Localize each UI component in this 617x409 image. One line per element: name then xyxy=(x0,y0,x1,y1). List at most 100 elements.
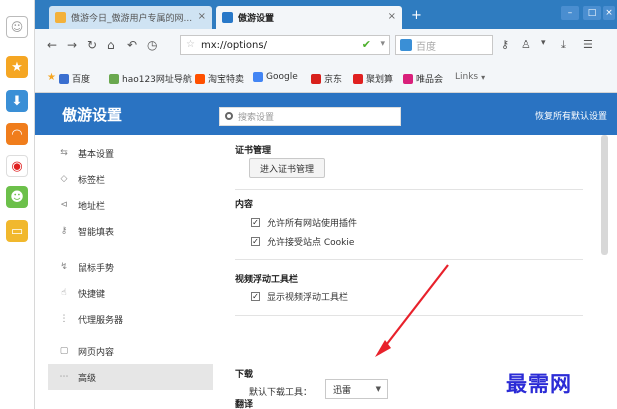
maxthon-today-icon xyxy=(55,12,66,23)
sidebar-item-label: 标签栏 xyxy=(78,175,106,186)
section-title-content: 内容 xyxy=(235,200,254,210)
juhuasuan-icon xyxy=(353,73,363,84)
user-icon[interactable]: ♙ xyxy=(521,38,531,51)
section-title-download: 下载 xyxy=(235,370,254,380)
hao123-icon xyxy=(109,73,119,84)
search-engine-icon[interactable] xyxy=(400,39,412,51)
page-title: 傲游设置 xyxy=(62,106,123,124)
forward-icon[interactable]: → xyxy=(67,38,77,52)
favorites-star-icon[interactable]: ★ xyxy=(6,56,28,78)
download-icon[interactable]: ⬇ xyxy=(6,90,28,112)
key-icon[interactable]: ⚷ xyxy=(501,38,509,51)
bookmark-label: hao123网址导航 xyxy=(122,75,192,85)
hand-icon: ☝ xyxy=(61,288,67,298)
watermark-text: 最需网 xyxy=(506,371,572,396)
bookmark-label: Google xyxy=(266,72,298,82)
rss-icon[interactable]: ◠ xyxy=(6,123,28,145)
cert-manage-button[interactable]: 进入证书管理 xyxy=(249,158,326,178)
search-icon xyxy=(225,112,233,120)
scrollbar[interactable] xyxy=(601,135,608,255)
sidebar-item-label: 基本设置 xyxy=(78,149,115,160)
taobao-icon xyxy=(195,73,205,84)
links-menu[interactable]: Links ▾ xyxy=(455,72,485,82)
bookmarks-star-icon[interactable]: ★ xyxy=(47,72,56,83)
sliders-icon: ⇆ xyxy=(60,148,68,158)
side-dock: ☺ ★ ⬇ ◠ ◉ ☻ ▭ xyxy=(0,0,35,409)
select-value: 迅雷 xyxy=(333,385,352,396)
bookmark-item[interactable]: 京东 xyxy=(311,72,342,85)
download-arrow-icon[interactable]: ⤓ xyxy=(561,38,566,52)
bookmark-item[interactable]: Google xyxy=(253,72,298,82)
restore-defaults-link[interactable]: 恢复所有默认设置 xyxy=(535,109,607,122)
tab-label: 傲游设置 xyxy=(238,14,275,24)
sidebar-item-label: 网页内容 xyxy=(78,347,115,358)
bookmarks-bar: ★ 百度 hao123网址导航 淘宝特卖 Google 京东 聚划算 唯品会 L… xyxy=(35,62,617,93)
close-icon[interactable]: × xyxy=(388,11,396,22)
menu-icon[interactable]: ☰ xyxy=(583,38,593,51)
search-engine-box[interactable]: 百度 xyxy=(395,35,493,55)
checkbox-allow-plugins[interactable]: ✓ 允许所有网站使用插件 xyxy=(251,216,357,229)
checkbox-checked-icon[interactable]: ✓ xyxy=(251,237,260,246)
new-tab-button[interactable]: + xyxy=(411,8,422,23)
browser-chrome: 傲游今日_傲游用户专属的网... × 傲游设置 × + – □ × ← → ↻ … xyxy=(35,0,617,93)
sidebar-item-shortcuts[interactable]: ☝ 快捷键 xyxy=(48,280,213,306)
settings-search-input[interactable]: 搜索设置 xyxy=(219,107,401,126)
sidebar-item-gestures[interactable]: ↯ 鼠标手势 xyxy=(48,254,213,280)
maximize-icon[interactable]: □ xyxy=(583,6,601,20)
smiley-icon[interactable]: ☺ xyxy=(6,16,28,38)
checkbox-allow-cookie[interactable]: ✓ 允许接受站点 Cookie xyxy=(251,235,354,248)
go-icon[interactable]: ✔ xyxy=(362,38,371,51)
sidebar-item-label: 高级 xyxy=(78,373,97,384)
checkbox-video-toolbar[interactable]: ✓ 显示视频浮动工具栏 xyxy=(251,290,348,303)
notes-icon[interactable]: ▭ xyxy=(6,220,28,242)
address-icon: ⊲ xyxy=(60,200,68,210)
chevron-down-icon[interactable]: ▾ xyxy=(380,39,385,49)
bookmark-label: 百度 xyxy=(72,75,91,85)
tab-maxthon-today[interactable]: 傲游今日_傲游用户专属的网... × xyxy=(49,6,212,29)
sidebar-item-addressbar[interactable]: ⊲ 地址栏 xyxy=(48,192,213,218)
back-icon[interactable]: ← xyxy=(47,38,57,52)
bookmark-item[interactable]: hao123网址导航 xyxy=(109,72,192,85)
emoji-icon[interactable]: ☻ xyxy=(6,186,28,208)
search-placeholder: 搜索设置 xyxy=(238,113,275,123)
tab-settings[interactable]: 傲游设置 × xyxy=(216,6,402,29)
bookmark-item[interactable]: 百度 xyxy=(59,72,90,85)
settings-sidebar: ⇆ 基本设置 ◇ 标签栏 ⊲ 地址栏 ⚷ 智能填表 ↯ 鼠标手势 ☝ 快捷键 ⋮… xyxy=(35,135,213,409)
sidebar-item-autofill[interactable]: ⚷ 智能填表 xyxy=(48,218,213,244)
home-icon[interactable]: ⌂ xyxy=(107,38,115,52)
history-icon[interactable]: ◷ xyxy=(147,38,157,52)
bookmark-item[interactable]: 唯品会 xyxy=(403,72,443,85)
checkbox-label: 允许接受站点 Cookie xyxy=(267,238,355,248)
bookmark-label: 聚划算 xyxy=(366,75,394,85)
sidebar-item-proxy[interactable]: ⋮ 代理服务器 xyxy=(48,306,213,332)
bookmark-star-icon[interactable]: ☆ xyxy=(186,39,195,50)
bookmark-label: 京东 xyxy=(324,75,343,85)
gesture-icon: ↯ xyxy=(60,262,68,272)
chevron-down-icon: ▾ xyxy=(481,72,486,82)
refresh-icon[interactable]: ↻ xyxy=(87,38,97,52)
tab-label: 傲游今日_傲游用户专属的网... xyxy=(71,14,193,24)
sidebar-item-label: 地址栏 xyxy=(78,201,106,212)
nav-bar: ← → ↻ ⌂ ↶ ◷ ☆ mx://options/ ✔ ▾ 百度 ⚷ ♙ ▾… xyxy=(35,29,617,62)
download-tool-select[interactable]: 迅雷 ▼ xyxy=(325,379,388,399)
bookmark-item[interactable]: 淘宝特卖 xyxy=(195,72,244,85)
checkbox-checked-icon[interactable]: ✓ xyxy=(251,292,260,301)
sidebar-item-tabbar[interactable]: ◇ 标签栏 xyxy=(48,166,213,192)
bookmark-item[interactable]: 聚划算 xyxy=(353,72,393,85)
weibo-icon[interactable]: ◉ xyxy=(6,155,28,177)
address-bar[interactable]: ☆ mx://options/ ✔ ▾ xyxy=(180,35,390,55)
key-icon: ⚷ xyxy=(60,226,68,236)
sidebar-item-webcontent[interactable]: ▢ 网页内容 xyxy=(48,338,213,364)
sidebar-item-basic[interactable]: ⇆ 基本设置 xyxy=(48,140,213,166)
sidebar-item-advanced[interactable]: ⋯ 高级 xyxy=(48,364,213,390)
minimize-icon[interactable]: – xyxy=(561,6,579,20)
checkbox-label: 显示视频浮动工具栏 xyxy=(267,293,349,303)
sidebar-item-label: 快捷键 xyxy=(78,289,106,300)
chevron-down-icon[interactable]: ▾ xyxy=(541,38,546,48)
checkbox-checked-icon[interactable]: ✓ xyxy=(251,218,260,227)
close-icon[interactable]: × xyxy=(198,11,206,22)
undo-icon[interactable]: ↶ xyxy=(127,38,137,52)
sidebar-item-label: 鼠标手势 xyxy=(78,263,115,274)
window-close-icon[interactable]: × xyxy=(603,6,615,20)
bookmark-label: 淘宝特卖 xyxy=(208,75,245,85)
